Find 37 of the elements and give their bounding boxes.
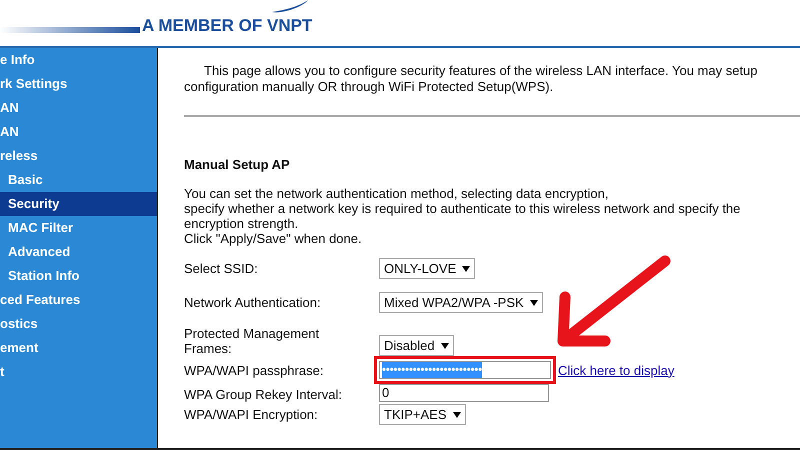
nav-item[interactable]: Advanced	[0, 240, 157, 264]
nav-item[interactable]: Security	[0, 192, 157, 216]
display-link[interactable]: Click here to display	[558, 362, 674, 378]
nav-item[interactable]: AN	[0, 120, 157, 144]
caret-icon	[462, 266, 470, 272]
dropdown[interactable]: ONLY-LOVE	[379, 258, 476, 279]
nav-item[interactable]: t	[0, 360, 157, 384]
section-title: Manual Setup AP	[184, 157, 291, 172]
field-label: WPA Group Rekey Interval:	[184, 386, 343, 402]
description-text: specify whether a network key is required to authenticate to this wireless network and specify the encryption strength.	[184, 201, 742, 231]
field-label: Select SSID:	[184, 261, 259, 276]
nav-item[interactable]: Basic	[0, 168, 157, 192]
nav-item[interactable]: e Info	[0, 48, 157, 72]
field-label: Protected Management Frames:	[184, 326, 320, 356]
nav-item[interactable]: ced Features	[0, 288, 157, 312]
field-label: WPA/WAPI passphrase:	[184, 362, 324, 378]
caret-icon	[530, 300, 538, 306]
description-text: Click "Apply/Save" when done.	[184, 231, 363, 246]
nav-item[interactable]: rk Settings	[0, 72, 157, 96]
dropdown[interactable]: Mixed WPA2/WPA -PSK	[379, 292, 543, 313]
intro-text: This page allows you to configure security features of the wireless LAN interface. You may setup configuration manually OR through WiFi Protected Setup(WPS).	[184, 63, 759, 95]
input-field[interactable]: 0	[379, 384, 549, 402]
caret-icon	[452, 412, 460, 418]
field-label: Network Authentication:	[184, 295, 322, 310]
caret-icon	[440, 342, 449, 348]
tagline: A MEMBER OF VNPT	[142, 16, 312, 36]
nav-item[interactable]: MAC Filter	[0, 216, 157, 240]
nav-item[interactable]: reless	[0, 144, 157, 168]
nav-item[interactable]: ement	[0, 336, 157, 360]
passphrase-field[interactable]: ••••••••••••••••••••••••••	[379, 361, 551, 379]
field-label: WPA/WAPI Encryption:	[184, 407, 319, 422]
nav-item[interactable]: AN	[0, 96, 157, 120]
description-text: You can set the network authentication method, selecting data encryption,	[184, 186, 610, 201]
nav-item[interactable]: ostics	[0, 312, 157, 336]
dropdown[interactable]: TKIP+AES	[379, 404, 466, 425]
nav-item[interactable]: Station Info	[0, 264, 157, 288]
dropdown[interactable]: Disabled	[379, 335, 454, 356]
